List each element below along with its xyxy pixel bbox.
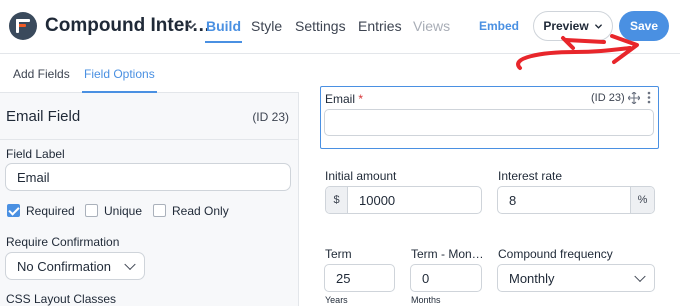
email-label-text: Email [325,92,356,106]
interest-rate-input[interactable]: 8 % [497,186,655,214]
require-confirmation-value: No Confirmation [17,258,111,274]
term-input[interactable]: 25 [324,264,395,292]
term-label: Term [325,247,352,261]
field-options-panel: Add Fields Field Options Email Field (ID… [0,55,299,306]
email-field-id: (ID 23) [591,92,625,104]
chevron-down-icon [124,258,136,271]
initial-amount-input[interactable]: $ 10000 [325,186,482,214]
save-button[interactable]: Save [619,11,669,41]
require-confirmation-select[interactable]: No Confirmation [5,252,145,280]
tab-entries[interactable]: Entries [358,18,402,34]
top-bar: Compound Inter… Build Style Settings Ent… [0,0,680,54]
move-icon[interactable] [628,92,640,104]
compound-frequency-value: Monthly [509,270,555,286]
more-options-icon[interactable] [647,91,651,104]
initial-amount-value: 10000 [359,192,396,208]
chevron-down-icon[interactable] [184,19,198,33]
tab-field-options[interactable]: Field Options [82,67,157,93]
require-confirmation-title: Require Confirmation [6,235,120,249]
interest-rate-value: 8 [509,192,517,208]
dollar-prefix: $ [326,187,348,213]
compound-frequency-select[interactable]: Monthly [497,264,655,292]
field-label-title: Field Label [6,147,65,161]
required-label: Required [26,204,75,218]
interest-rate-label: Interest rate [498,169,563,183]
email-label: Email * [325,92,363,106]
term-sublabel: Years [325,295,348,305]
preview-button[interactable]: Preview [533,11,613,41]
email-field-block[interactable]: Email * (ID 23) [320,86,659,149]
divider [0,139,299,140]
form-builder-canvas: Email * (ID 23) Initial amount $ 10000 I… [300,55,680,306]
initial-amount-label: Initial amount [325,169,397,183]
read-only-checkbox[interactable] [153,204,166,217]
unique-checkbox[interactable] [85,204,98,217]
tab-views[interactable]: Views [413,18,450,34]
formidable-logo-icon[interactable] [9,12,37,40]
tab-build[interactable]: Build [205,18,242,43]
email-input[interactable] [324,109,654,136]
read-only-label: Read Only [172,204,229,218]
required-checkbox[interactable] [7,204,20,217]
field-label-input[interactable]: Email [5,163,291,191]
sidebar-tabs: Add Fields Field Options [0,55,299,93]
term-months-sublabel: Months [411,295,441,305]
required-asterisk: * [358,92,364,106]
preview-label: Preview [543,19,589,33]
tab-style[interactable]: Style [251,18,282,34]
term-months-input[interactable]: 0 [410,264,482,292]
embed-button[interactable]: Embed [479,19,519,33]
field-type-title: Email Field [6,108,81,125]
tab-add-fields[interactable]: Add Fields [13,67,70,81]
percent-suffix: % [630,187,654,213]
compound-frequency-label: Compound frequency [498,247,613,261]
field-id: (ID 23) [252,110,289,124]
unique-label: Unique [104,204,143,218]
css-layout-classes-title: CSS Layout Classes [6,292,117,306]
chevron-down-icon [634,270,646,283]
term-months-label: Term - Mon… [411,247,484,261]
chevron-down-icon [594,23,602,29]
tab-settings[interactable]: Settings [295,18,346,34]
